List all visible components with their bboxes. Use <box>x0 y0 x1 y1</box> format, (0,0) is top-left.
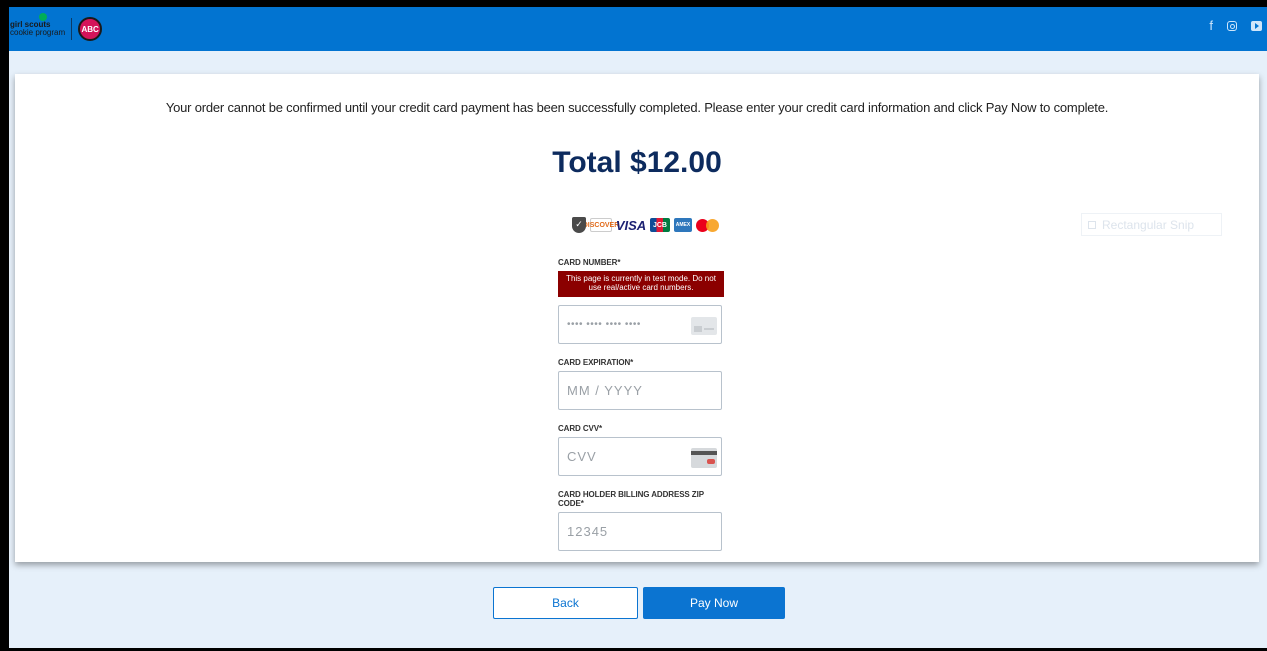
expiration-placeholder: MM / YYYY <box>567 383 643 398</box>
cvv-placeholder: CVV <box>567 449 597 464</box>
rectangular-snip-overlay: Rectangular Snip <box>1081 213 1222 236</box>
app-frame: girl scouts cookie program ABC f Your or… <box>9 7 1267 648</box>
card-expiration-label: CARD EXPIRATION* <box>558 358 634 367</box>
snip-icon <box>1088 220 1096 229</box>
abc-bakers-logo: ABC <box>78 17 103 41</box>
youtube-icon[interactable] <box>1251 21 1262 31</box>
mastercard-icon <box>696 218 720 232</box>
back-button[interactable]: Back <box>493 587 638 619</box>
amex-card-icon: AMEX <box>674 218 692 232</box>
logo-text: girl scouts cookie program <box>9 21 65 37</box>
visa-card-icon: VISA <box>615 217 647 233</box>
zip-code-label: CARD HOLDER BILLING ADDRESS ZIP CODE* <box>558 490 704 508</box>
snip-label: Rectangular Snip <box>1102 217 1195 232</box>
zip-placeholder: 12345 <box>567 524 609 539</box>
social-links: f <box>1209 19 1262 33</box>
order-total: Total $12.00 <box>552 146 722 179</box>
clover-icon <box>39 13 47 21</box>
card-number-label: CARD NUMBER* <box>558 258 621 267</box>
jcb-card-icon: JCB <box>650 218 670 232</box>
payment-card: Your order cannot be confirmed until you… <box>15 74 1259 562</box>
logo-divider <box>71 18 73 40</box>
credit-card-icon <box>691 317 717 335</box>
top-header: girl scouts cookie program ABC f <box>9 7 1267 51</box>
card-number-input[interactable]: •••• •••• •••• •••• <box>558 305 722 344</box>
zip-code-input[interactable]: 12345 <box>558 512 722 551</box>
instagram-icon[interactable] <box>1227 21 1237 31</box>
discover-card-icon: DISCOVER <box>583 218 619 232</box>
credit-card-form: CARD NUMBER* This page is currently in t… <box>558 258 724 565</box>
accepted-cards: ✓ DISCOVER VISA JCB AMEX <box>572 216 720 234</box>
card-expiration-input[interactable]: MM / YYYY <box>558 371 722 410</box>
security-shield-icon: ✓ <box>572 217 586 233</box>
card-cvv-input[interactable]: CVV <box>558 437 722 476</box>
card-cvv-label: CARD CVV* <box>558 424 602 433</box>
cvv-card-icon <box>691 448 717 468</box>
test-mode-banner: This page is currently in test mode. Do … <box>558 271 724 297</box>
card-number-placeholder: •••• •••• •••• •••• <box>567 319 641 330</box>
pay-now-button[interactable]: Pay Now <box>643 587 785 619</box>
logo-line2: cookie program <box>10 28 66 37</box>
girl-scouts-logo[interactable]: girl scouts cookie program ABC <box>9 13 103 45</box>
facebook-icon[interactable]: f <box>1209 19 1213 33</box>
payment-notice: Your order cannot be confirmed until you… <box>165 100 1109 115</box>
